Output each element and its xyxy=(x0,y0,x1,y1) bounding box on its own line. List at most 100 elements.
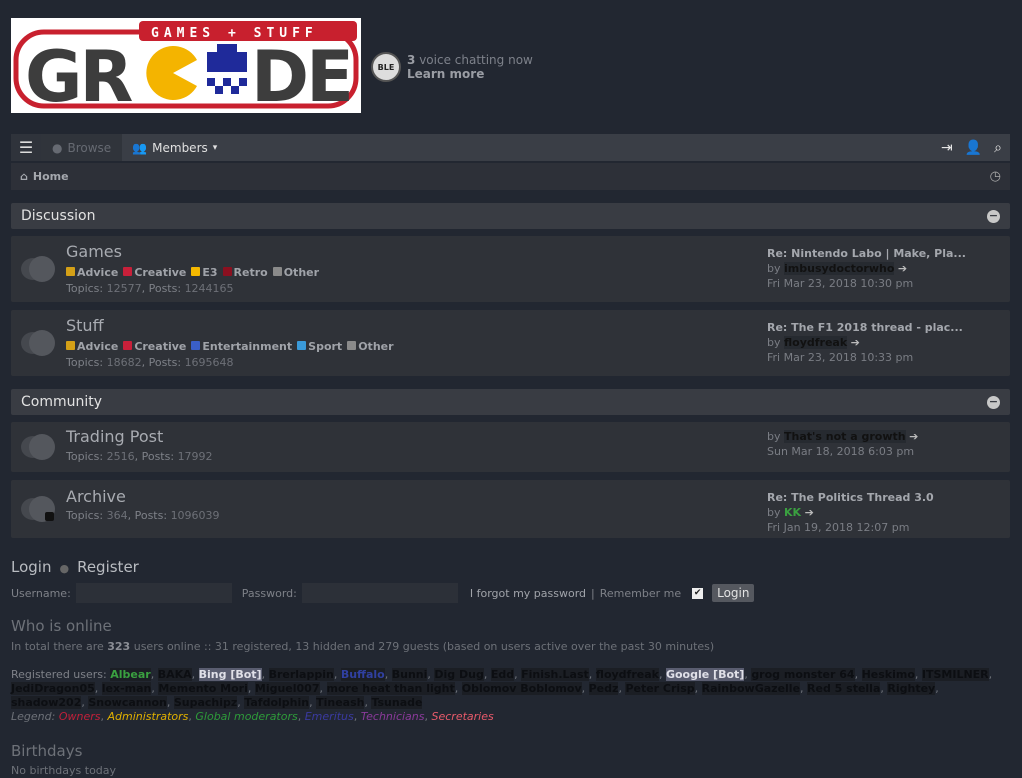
subforum-icon xyxy=(123,267,133,276)
legend-group-link[interactable]: Emeritus xyxy=(305,710,354,723)
subforum-link[interactable]: Advice xyxy=(66,266,118,279)
login-heading: Login ● Register xyxy=(11,558,139,576)
last-post-author[interactable]: floydfreak xyxy=(784,336,848,349)
username-input[interactable] xyxy=(75,583,232,603)
goto-last-post-icon[interactable]: ➔ xyxy=(898,262,907,275)
online-user-link[interactable]: Heskimo xyxy=(861,668,915,681)
online-user-link[interactable]: Oblomov Boblomov xyxy=(461,682,582,695)
online-user-link[interactable]: Albear xyxy=(110,668,151,681)
legend-group-link[interactable]: Secretaries xyxy=(432,710,494,723)
voice-count: 3 xyxy=(407,53,416,67)
site-logo[interactable]: GAMES + STUFF GR DE xyxy=(11,18,361,118)
online-user-link[interactable]: Memento Mori xyxy=(158,682,248,695)
last-post-title[interactable]: Re: Nintendo Labo | Make, Pla... xyxy=(767,246,966,261)
online-user-link[interactable]: more heat than light xyxy=(326,682,455,695)
online-user-link[interactable]: grog monster 64 xyxy=(751,668,855,681)
goto-last-post-icon[interactable]: ➔ xyxy=(851,336,860,349)
online-user-link[interactable]: Rightey xyxy=(887,682,936,695)
collapse-icon[interactable]: − xyxy=(987,395,1000,409)
online-user-link[interactable]: Bunni xyxy=(391,668,428,681)
online-user-link[interactable]: Edd xyxy=(490,668,515,681)
forum-stats: Topics: 2516, Posts: 17992 xyxy=(66,450,213,463)
breadcrumb-home[interactable]: Home xyxy=(33,170,69,183)
subforum-link[interactable]: Other xyxy=(347,340,394,353)
online-user-link[interactable]: shadow202 xyxy=(11,696,82,709)
subforum-icon xyxy=(347,341,357,350)
register-link[interactable]: Register xyxy=(77,558,139,576)
forum-title[interactable]: Games xyxy=(66,242,122,261)
forum-title[interactable]: Trading Post xyxy=(66,427,163,446)
online-user-link[interactable]: JediDragon05 xyxy=(11,682,95,695)
category-title[interactable]: Discussion xyxy=(21,208,95,224)
forum-title[interactable]: Archive xyxy=(66,487,126,506)
category-header: Discussion − xyxy=(11,203,1010,229)
subforum-link[interactable]: Sport xyxy=(297,340,342,353)
online-user-link[interactable]: Tafdolphin xyxy=(244,696,310,709)
legend-group-link[interactable]: Global moderators xyxy=(195,710,297,723)
password-input[interactable] xyxy=(301,583,458,603)
search-icon[interactable]: ⌕ xyxy=(994,140,1002,156)
last-post-author[interactable]: KK xyxy=(784,506,801,519)
online-summary: In total there are 323 users online :: 3… xyxy=(11,640,715,653)
voice-chat-icon: BLE xyxy=(371,52,401,82)
online-user-link[interactable]: ITSMILNER xyxy=(921,668,989,681)
register-user-icon[interactable]: 👤 xyxy=(965,140,982,156)
last-post-author[interactable]: imbusydoctorwho xyxy=(784,262,895,275)
subforum-icon xyxy=(66,341,75,350)
subforum-link[interactable]: Retro xyxy=(222,266,268,279)
login-button[interactable]: Login xyxy=(712,584,755,602)
legend-group-link[interactable]: Administrators xyxy=(107,710,188,723)
last-post-author[interactable]: That's not a growth xyxy=(784,430,906,443)
subforum-link[interactable]: Other xyxy=(272,266,319,279)
goto-last-post-icon[interactable]: ➔ xyxy=(805,506,814,519)
subforum-link[interactable]: E3 xyxy=(191,266,218,279)
subforum-link[interactable]: Creative xyxy=(123,266,186,279)
subforum-link[interactable]: Entertainment xyxy=(191,340,292,353)
online-user-link[interactable]: Peter Crisp xyxy=(625,682,695,695)
category-title[interactable]: Community xyxy=(21,394,102,410)
clock-icon[interactable]: ◷ xyxy=(990,169,1001,184)
online-user-link[interactable]: Finish.Last xyxy=(521,668,589,681)
online-user-link[interactable]: Brerlappin xyxy=(268,668,334,681)
online-user-link[interactable]: Supachipz xyxy=(173,696,238,709)
online-user-link[interactable]: floydfreak xyxy=(595,668,659,681)
forum-read-icon xyxy=(21,330,57,356)
online-user-link[interactable]: Red 5 stella xyxy=(807,682,881,695)
collapse-icon[interactable]: − xyxy=(987,209,1000,223)
nav-members[interactable]: 👥 Members ▾ xyxy=(122,134,227,161)
last-post-title[interactable]: Re: The Politics Thread 3.0 xyxy=(767,490,934,505)
hamburger-menu-icon[interactable]: ☰ xyxy=(11,134,41,161)
remember-me-checkbox[interactable]: ✔ xyxy=(692,587,704,599)
login-link[interactable]: Login xyxy=(11,558,51,576)
online-user-link[interactable]: Buffalo xyxy=(340,668,385,681)
legend-group-link[interactable]: Technicians xyxy=(361,710,425,723)
voice-chat-widget[interactable]: BLE 3 voice chatting now Learn more xyxy=(371,52,533,82)
online-user-link[interactable]: Bing [Bot] xyxy=(198,668,262,681)
online-user-link[interactable]: Dig Dug xyxy=(434,668,484,681)
subforum-link[interactable]: Creative xyxy=(123,340,186,353)
online-user-link[interactable]: Snowcannon xyxy=(88,696,167,709)
online-user-link[interactable]: Tineash xyxy=(316,696,365,709)
online-user-link[interactable]: BAKA xyxy=(157,668,192,681)
online-user-link[interactable]: Tsunade xyxy=(371,696,423,709)
forum-read-icon xyxy=(21,434,57,460)
subforum-icon xyxy=(222,267,232,276)
learn-more-link[interactable]: Learn more xyxy=(407,67,533,81)
online-user-link[interactable]: Miguel007 xyxy=(254,682,320,695)
nav-browse[interactable]: ● Browse xyxy=(41,134,123,161)
forum-title[interactable]: Stuff xyxy=(66,316,104,335)
chevron-down-icon: ▾ xyxy=(212,142,218,153)
online-user-link[interactable]: RainbowGazelle xyxy=(701,682,801,695)
home-icon: ⌂ xyxy=(20,170,28,183)
goto-last-post-icon[interactable]: ➔ xyxy=(909,430,918,443)
online-user-link[interactable]: Pedz xyxy=(588,682,619,695)
forum-read-icon xyxy=(21,496,57,522)
birthdays-heading: Birthdays xyxy=(11,742,83,760)
online-user-link[interactable]: lex-man xyxy=(101,682,152,695)
forgot-password-link[interactable]: I forgot my password xyxy=(470,587,586,600)
last-post-title[interactable]: Re: The F1 2018 thread - plac... xyxy=(767,320,963,335)
online-user-link[interactable]: Google [Bot] xyxy=(665,668,745,681)
subforum-link[interactable]: Advice xyxy=(66,340,118,353)
login-icon[interactable]: ⇥ xyxy=(941,140,953,156)
legend-group-link[interactable]: Owners xyxy=(59,710,101,723)
